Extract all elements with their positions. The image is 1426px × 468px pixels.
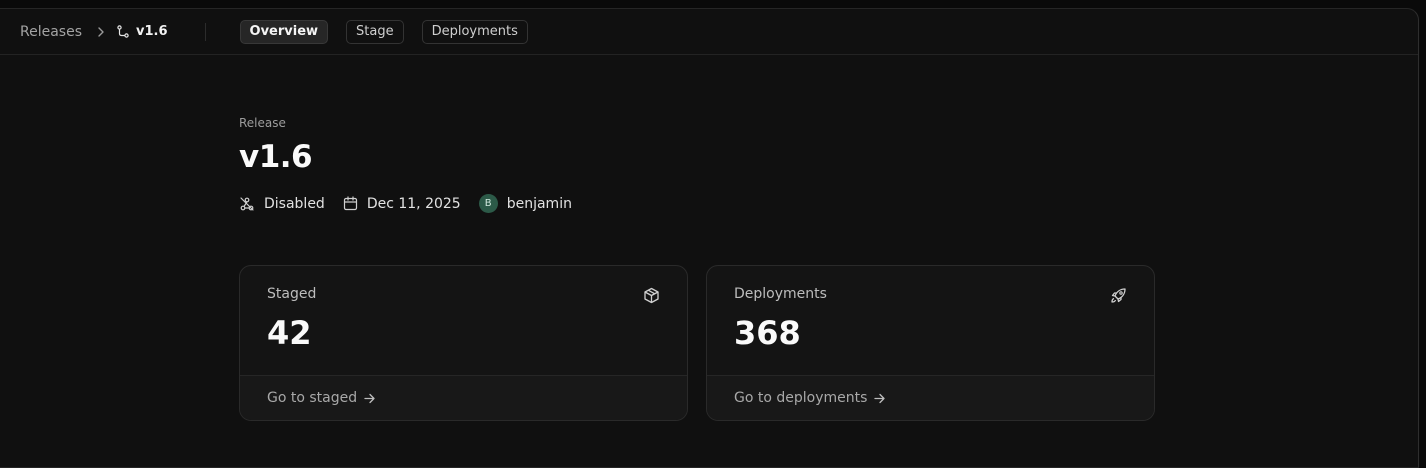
chevron-right-icon bbox=[95, 26, 107, 38]
status-item: Disabled bbox=[239, 196, 325, 212]
release-date: Dec 11, 2025 bbox=[366, 195, 461, 212]
status-text: Disabled bbox=[264, 195, 325, 212]
staged-count: 42 bbox=[267, 314, 312, 352]
calendar-icon bbox=[343, 196, 357, 211]
tab-bar: Overview Stage Deployments bbox=[239, 19, 528, 44]
git-branch-icon bbox=[117, 24, 129, 38]
go-to-staged-link[interactable]: Go to staged bbox=[240, 375, 687, 420]
go-to-deployments-link[interactable]: Go to deployments bbox=[707, 375, 1154, 420]
go-to-staged-label: Go to staged bbox=[267, 390, 358, 406]
breadcrumb: Releases v1.6 bbox=[20, 24, 168, 40]
breadcrumb-current: v1.6 bbox=[116, 24, 168, 39]
tab-overview[interactable]: Overview bbox=[239, 19, 329, 44]
author-item[interactable]: B benjamin bbox=[478, 194, 572, 213]
deployments-count: 368 bbox=[734, 314, 801, 352]
release-header: Release v1.6 Disabled Dec 11, 2025 B ben… bbox=[239, 116, 590, 213]
package-icon bbox=[643, 287, 660, 308]
top-bar: Releases v1.6 Overview Stage Deployments bbox=[0, 9, 1418, 55]
release-eyebrow: Release bbox=[239, 116, 286, 130]
breadcrumb-current-label: v1.6 bbox=[136, 24, 168, 39]
webhook-off-icon bbox=[240, 196, 254, 211]
tab-deployments[interactable]: Deployments bbox=[421, 19, 528, 44]
staged-card-label: Staged bbox=[267, 286, 317, 302]
stats-cards: Staged 42 Go to staged Deployments 368 G… bbox=[239, 265, 1155, 421]
release-meta: Disabled Dec 11, 2025 B benjamin bbox=[239, 194, 590, 213]
deployments-card-label: Deployments bbox=[734, 286, 827, 302]
staged-card: Staged 42 Go to staged bbox=[239, 265, 688, 421]
breadcrumb-releases-link[interactable]: Releases bbox=[20, 24, 82, 40]
rocket-icon bbox=[1110, 287, 1127, 308]
avatar: B bbox=[478, 194, 498, 213]
author-name: benjamin bbox=[506, 195, 572, 212]
go-to-deployments-label: Go to deployments bbox=[734, 390, 868, 406]
arrow-right-icon bbox=[874, 393, 886, 403]
divider bbox=[204, 22, 206, 41]
deployments-card: Deployments 368 Go to deployments bbox=[706, 265, 1155, 421]
date-item: Dec 11, 2025 bbox=[343, 196, 461, 212]
page-title: v1.6 bbox=[239, 139, 313, 175]
arrow-right-icon bbox=[364, 393, 375, 403]
tab-stage[interactable]: Stage bbox=[346, 19, 404, 44]
